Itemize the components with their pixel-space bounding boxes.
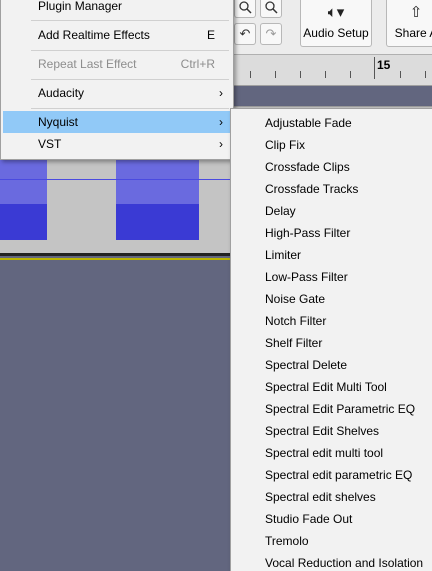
ruler-tick xyxy=(425,71,426,78)
submenu-item-low-pass-filter[interactable]: Low-Pass Filter xyxy=(233,266,432,288)
menu-item-label: Add Realtime Effects xyxy=(38,28,150,42)
redo-icon[interactable]: ↷ xyxy=(260,23,282,45)
submenu-item-clip-fix[interactable]: Clip Fix xyxy=(233,134,432,156)
audio-setup-button[interactable]: 🔈︎▾ Audio Setup xyxy=(300,0,372,47)
submenu-item-crossfade-tracks[interactable]: Crossfade Tracks xyxy=(233,178,432,200)
submenu-item-studio-fade-out[interactable]: Studio Fade Out xyxy=(233,508,432,530)
share-icon: ⇧ xyxy=(409,4,423,21)
submenu-item-spectral-edit-parametric-eq[interactable]: Spectral Edit Parametric EQ xyxy=(233,398,432,420)
submenu-item-notch-filter[interactable]: Notch Filter xyxy=(233,310,432,332)
zoom-out-icon[interactable] xyxy=(260,0,282,18)
submenu-item-label: High-Pass Filter xyxy=(265,226,351,240)
submenu-item-label: Delay xyxy=(265,204,296,218)
menu-item-vst[interactable]: VST › xyxy=(3,133,231,155)
submenu-item-label: Tremolo xyxy=(265,534,309,548)
ruler-tick xyxy=(275,71,276,78)
submenu-item-label: Spectral Edit Parametric EQ xyxy=(265,402,416,416)
ruler-tick xyxy=(300,71,301,78)
submenu-item-label: Studio Fade Out xyxy=(265,512,353,526)
clip-waveform xyxy=(116,204,199,240)
menu-separator xyxy=(31,20,229,21)
submenu-item-label: Spectral edit shelves xyxy=(265,490,376,504)
submenu-item-label: Spectral Edit Multi Tool xyxy=(265,380,387,394)
ruler-tick xyxy=(400,71,401,78)
submenu-item-limiter[interactable]: Limiter xyxy=(233,244,432,266)
audio-setup-label: Audio Setup xyxy=(303,26,369,40)
audio-clip[interactable] xyxy=(0,157,47,240)
menu-item-label: Audacity xyxy=(38,86,85,100)
ruler-tick xyxy=(250,71,251,78)
submenu-item-label: Noise Gate xyxy=(265,292,326,306)
nyquist-submenu: Adjustable Fade Clip Fix Crossfade Clips… xyxy=(230,108,432,571)
submenu-item-spectral-edit-shelves[interactable]: Spectral Edit Shelves xyxy=(233,420,432,442)
menu-item-shortcut: E xyxy=(206,28,215,42)
audacity-window: ↶ ↷ 🔈︎▾ Audio Setup ⇧ Share A 15 xyxy=(0,0,432,571)
zoom-out-icon-glyph xyxy=(265,1,278,14)
ruler-label: 15 xyxy=(377,58,391,72)
menu-item-nyquist[interactable]: Nyquist › xyxy=(3,111,231,133)
menu-item-repeat-last-effect[interactable]: Repeat Last Effect Ctrl+R xyxy=(3,53,231,75)
submenu-item-label: Spectral edit multi tool xyxy=(265,446,384,460)
ruler-tick-major xyxy=(374,57,375,79)
submenu-item-label: Low-Pass Filter xyxy=(265,270,348,284)
share-audio-button[interactable]: ⇧ Share A xyxy=(386,0,432,47)
menu-item-audacity[interactable]: Audacity › xyxy=(3,82,231,104)
submenu-item-label: Notch Filter xyxy=(265,314,327,328)
submenu-item-label: Crossfade Tracks xyxy=(265,182,359,196)
menu-item-shortcut: Ctrl+R xyxy=(180,57,215,71)
submenu-item-delay[interactable]: Delay xyxy=(233,200,432,222)
clip-waveform xyxy=(0,204,47,240)
chevron-right-icon: › xyxy=(219,115,223,129)
submenu-item-spectral-edit-multi-tool[interactable]: Spectral Edit Multi Tool xyxy=(233,376,432,398)
menu-item-add-realtime-effects[interactable]: Add Realtime Effects E xyxy=(3,24,231,46)
chevron-right-icon: › xyxy=(219,137,223,151)
submenu-item-vocal-reduction-and-isolation[interactable]: Vocal Reduction and Isolation xyxy=(233,552,432,571)
menu-item-label: Nyquist xyxy=(38,115,79,129)
menu-separator xyxy=(31,79,229,80)
effect-menu: Plugin Manager Add Realtime Effects E Re… xyxy=(0,0,234,160)
zoom-in-icon[interactable] xyxy=(234,0,256,18)
speaker-icon: 🔈︎▾ xyxy=(327,4,345,21)
menu-separator xyxy=(31,108,229,109)
submenu-item-adjustable-fade[interactable]: Adjustable Fade xyxy=(233,112,432,134)
submenu-item-label: Vocal Reduction and Isolation xyxy=(265,556,424,570)
menu-item-label: Plugin Manager xyxy=(38,0,123,13)
menu-item-label: VST xyxy=(38,137,62,151)
submenu-item-spectral-edit-shelves-lc[interactable]: Spectral edit shelves xyxy=(233,486,432,508)
menu-item-label: Repeat Last Effect xyxy=(38,57,137,71)
submenu-item-label: Spectral edit parametric EQ xyxy=(265,468,413,482)
submenu-item-spectral-edit-parametric-eq-lc[interactable]: Spectral edit parametric EQ xyxy=(233,464,432,486)
submenu-item-label: Crossfade Clips xyxy=(265,160,350,174)
submenu-item-crossfade-clips[interactable]: Crossfade Clips xyxy=(233,156,432,178)
submenu-item-label: Clip Fix xyxy=(265,138,306,152)
submenu-item-label: Adjustable Fade xyxy=(265,116,352,130)
share-audio-label: Share A xyxy=(394,26,432,40)
submenu-item-label: Shelf Filter xyxy=(265,336,323,350)
zoom-in-icon-glyph xyxy=(239,1,252,14)
submenu-item-shelf-filter[interactable]: Shelf Filter xyxy=(233,332,432,354)
menu-item-plugin-manager[interactable]: Plugin Manager xyxy=(3,0,231,17)
menu-separator xyxy=(31,50,229,51)
submenu-item-spectral-delete[interactable]: Spectral Delete xyxy=(233,354,432,376)
submenu-item-label: Spectral Delete xyxy=(265,358,348,372)
chevron-right-icon: › xyxy=(219,86,223,100)
audio-clip[interactable] xyxy=(116,157,199,240)
submenu-item-high-pass-filter[interactable]: High-Pass Filter xyxy=(233,222,432,244)
submenu-item-spectral-edit-multi-tool-lc[interactable]: Spectral edit multi tool xyxy=(233,442,432,464)
undo-icon[interactable]: ↶ xyxy=(234,23,256,45)
ruler-tick xyxy=(350,71,351,78)
submenu-item-tremolo[interactable]: Tremolo xyxy=(233,530,432,552)
submenu-item-label: Limiter xyxy=(265,248,302,262)
submenu-item-noise-gate[interactable]: Noise Gate xyxy=(233,288,432,310)
submenu-item-label: Spectral Edit Shelves xyxy=(265,424,380,438)
ruler-tick xyxy=(325,71,326,78)
